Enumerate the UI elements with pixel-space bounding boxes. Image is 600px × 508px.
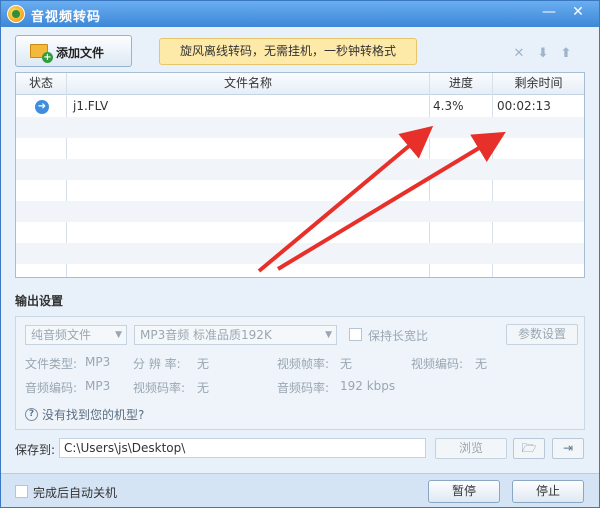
- close-x-icon[interactable]: ✕: [512, 47, 526, 61]
- header-filename[interactable]: 文件名称: [67, 73, 429, 94]
- open-folder-button[interactable]: 🗁: [513, 438, 545, 459]
- open-folder-icon: 🗁: [521, 441, 537, 455]
- video-fps-value: 无: [340, 357, 353, 371]
- preset-value: MP3音频 标准品质192K: [140, 328, 272, 342]
- file-list-table: 状态 文件名称 进度 剩余时间 ➜ j1.FLV 4.3% 00:02:13: [15, 72, 585, 278]
- close-icon[interactable]: ✕: [567, 3, 589, 23]
- stop-button[interactable]: 停止: [512, 480, 584, 503]
- export-icon: ⇥: [562, 441, 574, 455]
- resolution-label: 分 辨 率:: [133, 357, 181, 371]
- resolution-value: 无: [197, 357, 210, 371]
- video-bitrate-value: 无: [197, 381, 210, 395]
- pause-button[interactable]: 暂停: [428, 480, 500, 503]
- app-logo-icon: [7, 5, 25, 23]
- export-device-button[interactable]: ⇥: [552, 438, 584, 459]
- promo-banner[interactable]: 旋风离线转码，无需挂机，一秒钟转格式: [159, 38, 417, 65]
- add-folder-icon: [30, 44, 53, 63]
- keep-ratio-label: 保持长宽比: [368, 329, 429, 343]
- audio-bitrate-label: 音频码率:: [277, 381, 330, 395]
- add-file-button[interactable]: 添加文件: [15, 35, 132, 67]
- file-type-value: MP3: [85, 355, 111, 369]
- auto-shutdown-label: 完成后自动关机: [33, 486, 118, 500]
- audio-codec-value: MP3: [85, 379, 111, 393]
- audio-bitrate-value: 192 kbps: [340, 379, 396, 393]
- video-codec-value: 无: [475, 357, 488, 371]
- minimize-icon[interactable]: —: [538, 3, 560, 23]
- device-help-link[interactable]: 没有找到您的机型?: [42, 406, 144, 423]
- empty-row: [16, 243, 584, 264]
- output-settings-panel: 纯音频文件 ▼ MP3音频 标准品质192K ▼ 保持长宽比 参数设置 文件类型…: [15, 316, 585, 430]
- move-down-icon[interactable]: ⬇: [536, 47, 550, 61]
- empty-row: [16, 180, 584, 201]
- empty-row: [16, 138, 584, 159]
- move-up-icon[interactable]: ⬆: [559, 47, 573, 61]
- arrow-right-icon: ➜: [35, 100, 49, 114]
- row-remaining: 00:02:13: [497, 99, 551, 113]
- empty-row: [16, 201, 584, 222]
- empty-row: [16, 117, 584, 138]
- video-codec-label: 视频编码:: [411, 357, 464, 371]
- format-type-value: 纯音频文件: [31, 328, 92, 342]
- empty-row: [16, 222, 584, 243]
- row-filename: j1.FLV: [73, 99, 109, 113]
- browse-button[interactable]: 浏览: [435, 438, 507, 459]
- window-title: 音视频转码: [31, 10, 102, 25]
- row-progress: 4.3%: [433, 99, 464, 113]
- table-row[interactable]: ➜ j1.FLV 4.3% 00:02:13: [16, 96, 584, 117]
- bottom-bar: 完成后自动关机 暂停 停止: [1, 473, 599, 507]
- chevron-down-icon: ▼: [115, 330, 122, 340]
- auto-shutdown-checkbox[interactable]: [15, 485, 28, 498]
- title-bar: 音视频转码 — ✕: [1, 1, 599, 27]
- audio-codec-label: 音频编码:: [25, 381, 78, 395]
- format-type-select[interactable]: 纯音频文件 ▼: [25, 325, 127, 345]
- chevron-down-icon: ▼: [325, 330, 332, 340]
- preset-select[interactable]: MP3音频 标准品质192K ▼: [134, 325, 337, 345]
- save-to-label: 保存到:: [15, 443, 56, 457]
- empty-row: [16, 159, 584, 180]
- header-status[interactable]: 状态: [16, 73, 66, 94]
- add-file-label: 添加文件: [56, 46, 105, 60]
- file-type-label: 文件类型:: [25, 357, 78, 371]
- params-button[interactable]: 参数设置: [506, 324, 578, 345]
- help-icon[interactable]: ?: [25, 408, 38, 421]
- save-path-input[interactable]: C:\Users\js\Desktop\: [59, 438, 426, 458]
- table-header: 状态 文件名称 进度 剩余时间: [16, 73, 584, 95]
- converter-window: 音视频转码 — ✕ 添加文件 旋风离线转码，无需挂机，一秒钟转格式 ✕ ⬇ ⬆ …: [0, 0, 600, 508]
- video-fps-label: 视频帧率:: [277, 357, 330, 371]
- header-progress[interactable]: 进度: [430, 73, 492, 94]
- video-bitrate-label: 视频码率:: [133, 381, 186, 395]
- keep-ratio-checkbox[interactable]: [349, 328, 362, 341]
- header-remaining[interactable]: 剩余时间: [493, 73, 584, 94]
- output-settings-title: 输出设置: [15, 294, 64, 308]
